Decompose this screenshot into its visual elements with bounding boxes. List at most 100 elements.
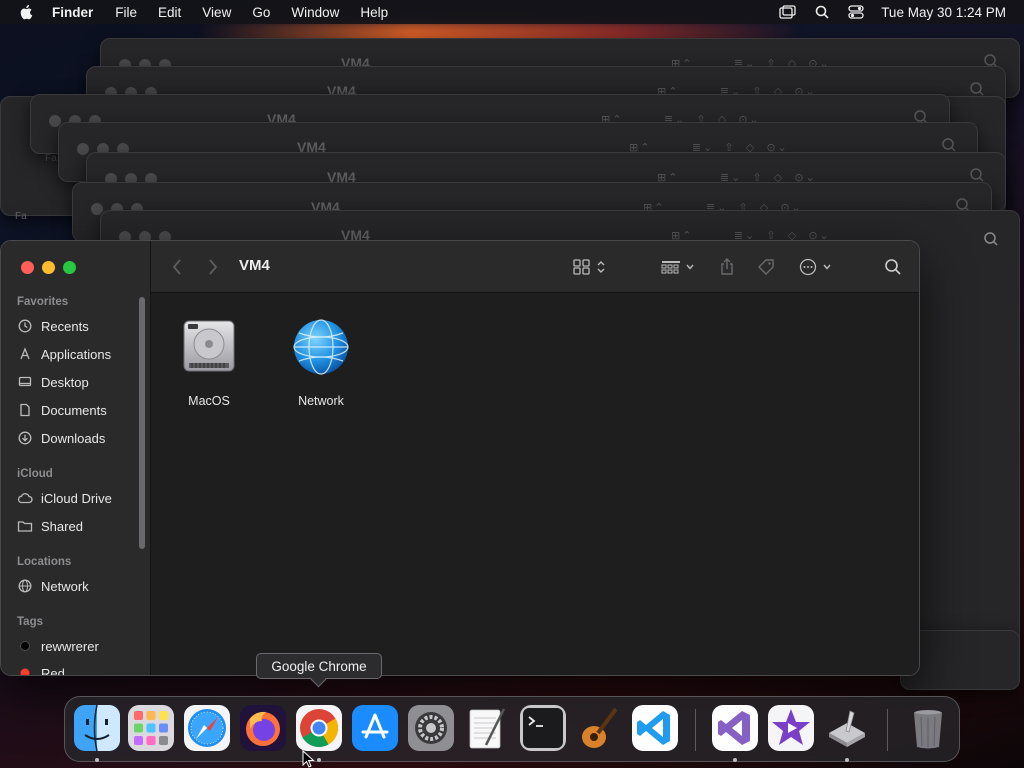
app-store-app-icon[interactable]	[352, 705, 398, 751]
tag-dot-icon	[17, 665, 33, 675]
maximize-button[interactable]	[63, 261, 76, 274]
search-icon	[885, 259, 901, 275]
sidebar-item-label: Recents	[41, 318, 89, 334]
xcode-tools-app-icon[interactable]	[824, 705, 870, 751]
sidebar-item-icloud-drive[interactable]: iCloud Drive	[17, 490, 112, 506]
apple-logo-icon[interactable]	[18, 3, 36, 21]
firefox-app-icon[interactable]	[240, 705, 286, 751]
tag-dot-icon	[17, 638, 33, 654]
visual-studio-app-icon[interactable]	[712, 705, 758, 751]
network-globe-icon	[293, 319, 349, 375]
chevron-updown-icon	[597, 261, 605, 273]
sidebar-item-recents[interactable]: Recents	[17, 318, 89, 334]
more-icon	[799, 258, 817, 276]
sidebar-section-icloud: iCloud	[17, 468, 53, 480]
share-icon	[721, 258, 733, 275]
dock-tooltip: Google Chrome	[256, 653, 382, 679]
chevron-down-icon	[823, 264, 831, 270]
garageband-app-icon[interactable]	[576, 705, 622, 751]
search-icon[interactable]	[941, 137, 957, 153]
finder-content[interactable]: MacOS Network	[151, 293, 919, 675]
file-item-label: Network	[298, 394, 344, 408]
clock-icon	[17, 318, 33, 334]
search-button[interactable]	[884, 258, 902, 276]
minimize-button[interactable]	[42, 261, 55, 274]
system-preferences-app-icon[interactable]	[408, 705, 454, 751]
sidebar-item-applications[interactable]: Applications	[17, 346, 111, 362]
sidebar-item-network[interactable]: Network	[17, 578, 89, 594]
sidebar-scrollbar[interactable]	[139, 297, 145, 549]
globe-icon	[17, 578, 33, 594]
shared-folder-icon	[17, 518, 33, 534]
chevron-down-icon	[686, 264, 694, 270]
dock-separator	[695, 709, 696, 751]
sidebar-fragment: Fa	[45, 153, 57, 164]
trash-icon[interactable]	[905, 705, 951, 751]
download-icon	[17, 430, 33, 446]
cloud-icon	[17, 490, 33, 506]
sidebar-item-label: Documents	[41, 402, 107, 418]
forward-button[interactable]	[207, 258, 219, 276]
menu-edit[interactable]: Edit	[158, 5, 181, 20]
dock	[64, 696, 960, 762]
sidebar-item-label: Red	[41, 665, 65, 676]
desktop-icon	[17, 374, 33, 390]
document-icon	[17, 402, 33, 418]
applications-icon	[17, 346, 33, 362]
search-icon[interactable]	[969, 167, 985, 183]
sidebar-item-label: Desktop	[41, 374, 89, 390]
menu-file[interactable]: File	[115, 5, 137, 20]
menu-bar: Finder File Edit View Go Window Help Tue…	[0, 0, 1024, 24]
action-menu-button[interactable]	[799, 258, 832, 276]
sidebar-item-label: Shared	[41, 518, 83, 534]
window-controls	[21, 261, 76, 274]
running-indicator	[317, 758, 321, 762]
running-indicator	[733, 758, 737, 762]
dock-separator	[887, 709, 888, 751]
sidebar: Favorites Recents Applications Desktop D…	[1, 241, 151, 675]
close-button[interactable]	[21, 261, 34, 274]
sidebar-section-favorites: Favorites	[17, 296, 69, 308]
group-by-button[interactable]	[661, 258, 695, 276]
terminal-app-icon[interactable]	[520, 705, 566, 751]
sidebar-item-desktop[interactable]: Desktop	[17, 374, 89, 390]
menu-app-name[interactable]: Finder	[52, 5, 93, 20]
menu-clock[interactable]: Tue May 30 1:24 PM	[881, 5, 1006, 20]
sidebar-item-documents[interactable]: Documents	[17, 402, 107, 418]
menu-help[interactable]: Help	[360, 5, 388, 20]
menu-view[interactable]: View	[202, 5, 231, 20]
search-icon[interactable]	[969, 81, 985, 97]
control-center-icon[interactable]	[847, 5, 865, 19]
vscode-app-icon[interactable]	[632, 705, 678, 751]
view-mode-button[interactable]	[573, 258, 607, 276]
imovie-app-icon[interactable]	[768, 705, 814, 751]
running-indicator	[845, 758, 849, 762]
menu-go[interactable]: Go	[252, 5, 270, 20]
tag-button[interactable]	[757, 258, 775, 276]
running-indicator	[95, 758, 99, 762]
finder-window[interactable]: Favorites Recents Applications Desktop D…	[0, 240, 920, 676]
menu-window[interactable]: Window	[291, 5, 339, 20]
share-button[interactable]	[718, 258, 736, 276]
sidebar-item-label: iCloud Drive	[41, 490, 112, 506]
sidebar-section-tags: Tags	[17, 616, 43, 628]
sidebar-item-label: Network	[41, 578, 89, 594]
sidebar-tag-rewwrerer[interactable]: rewwrerer	[17, 638, 99, 654]
finder-toolbar: VM4	[151, 241, 919, 293]
file-item-macos[interactable]: MacOS	[169, 317, 249, 408]
textedit-app-icon[interactable]	[464, 705, 510, 751]
safari-app-icon[interactable]	[184, 705, 230, 751]
finder-app-icon[interactable]	[74, 705, 120, 751]
sidebar-tag-red[interactable]: Red	[17, 665, 65, 676]
chrome-app-icon[interactable]	[296, 705, 342, 751]
sidebar-item-downloads[interactable]: Downloads	[17, 430, 105, 446]
spotlight-search-icon[interactable]	[813, 5, 831, 19]
grid-view-icon	[573, 259, 590, 275]
launchpad-app-icon[interactable]	[128, 705, 174, 751]
back-button[interactable]	[171, 258, 183, 276]
sidebar-item-shared[interactable]: Shared	[17, 518, 83, 534]
file-item-network[interactable]: Network	[281, 317, 361, 408]
sidebar-item-label: Applications	[41, 346, 112, 362]
search-icon[interactable]	[983, 231, 999, 247]
screen-mirroring-icon[interactable]	[779, 5, 797, 19]
